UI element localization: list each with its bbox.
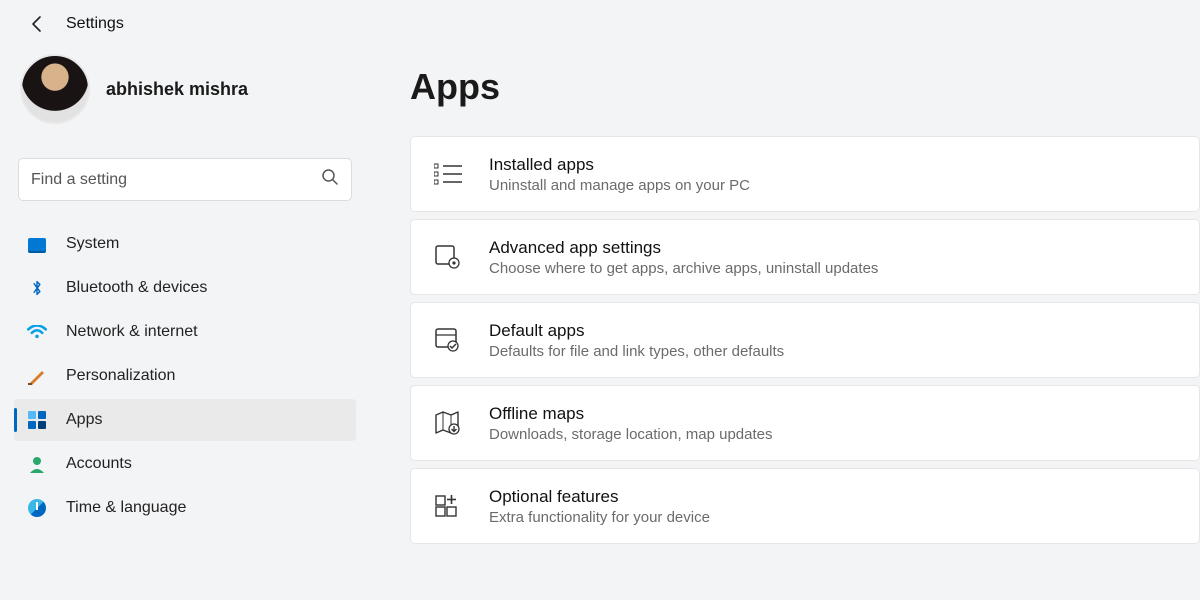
card-default-apps[interactable]: Default apps Defaults for file and link … [410, 302, 1200, 378]
card-title: Optional features [489, 487, 710, 507]
search-input[interactable] [31, 171, 321, 189]
wifi-icon [26, 321, 48, 343]
personalization-icon [26, 365, 48, 387]
titlebar: Settings [0, 0, 1200, 40]
card-installed-apps[interactable]: Installed apps Uninstall and manage apps… [410, 136, 1200, 212]
sidebar: abhishek mishra System Bluetooth & devic… [0, 40, 370, 600]
page-title: Apps [410, 66, 1200, 108]
profile-name: abhishek mishra [106, 79, 248, 100]
nav-item-personalization[interactable]: Personalization [14, 355, 356, 397]
offline-maps-icon [433, 408, 463, 438]
cards-list: Installed apps Uninstall and manage apps… [410, 136, 1200, 544]
card-subtitle: Defaults for file and link types, other … [489, 343, 784, 360]
nav-item-bluetooth[interactable]: Bluetooth & devices [14, 267, 356, 309]
nav-item-time-language[interactable]: Time & language [14, 487, 356, 529]
nav-label: Personalization [66, 367, 175, 385]
nav-label: Accounts [66, 455, 132, 473]
nav-label: Apps [66, 411, 102, 429]
default-apps-icon [433, 325, 463, 355]
optional-features-icon [433, 491, 463, 521]
card-advanced-app-settings[interactable]: Advanced app settings Choose where to ge… [410, 219, 1200, 295]
back-icon[interactable] [28, 14, 48, 34]
time-language-icon [26, 497, 48, 519]
system-icon [26, 233, 48, 255]
card-title: Offline maps [489, 404, 773, 424]
nav-label: Time & language [66, 499, 186, 517]
card-subtitle: Uninstall and manage apps on your PC [489, 177, 750, 194]
card-title: Advanced app settings [489, 238, 878, 258]
bluetooth-icon [26, 277, 48, 299]
avatar [20, 54, 90, 124]
advanced-app-settings-icon [433, 242, 463, 272]
accounts-icon [26, 453, 48, 475]
nav-item-system[interactable]: System [14, 223, 356, 265]
installed-apps-icon [433, 159, 463, 189]
apps-icon [26, 409, 48, 431]
card-optional-features[interactable]: Optional features Extra functionality fo… [410, 468, 1200, 544]
card-title: Installed apps [489, 155, 750, 175]
card-offline-maps[interactable]: Offline maps Downloads, storage location… [410, 385, 1200, 461]
card-title: Default apps [489, 321, 784, 341]
nav-item-network[interactable]: Network & internet [14, 311, 356, 353]
card-subtitle: Extra functionality for your device [489, 509, 710, 526]
nav-item-apps[interactable]: Apps [14, 399, 356, 441]
search-icon[interactable] [321, 168, 339, 191]
window-title: Settings [66, 15, 124, 33]
main-content: Apps Installed apps Uninstall and manage… [370, 40, 1200, 600]
nav-item-accounts[interactable]: Accounts [14, 443, 356, 485]
nav: System Bluetooth & devices Network & int… [14, 223, 356, 529]
nav-label: Bluetooth & devices [66, 279, 207, 297]
card-subtitle: Downloads, storage location, map updates [489, 426, 773, 443]
nav-label: System [66, 235, 119, 253]
profile-block[interactable]: abhishek mishra [14, 50, 356, 134]
search-box[interactable] [18, 158, 352, 201]
nav-label: Network & internet [66, 323, 198, 341]
card-subtitle: Choose where to get apps, archive apps, … [489, 260, 878, 277]
